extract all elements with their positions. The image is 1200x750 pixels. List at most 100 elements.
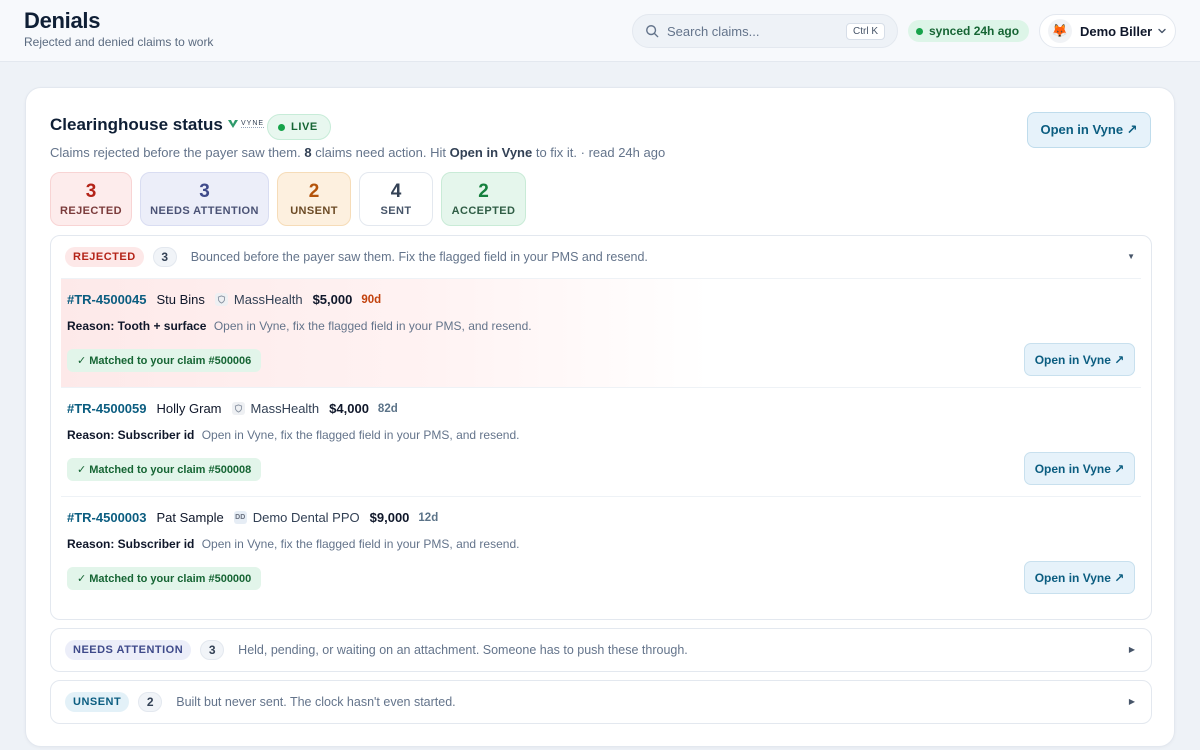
stat-rejected[interactable]: 3 REJECTED <box>50 172 132 226</box>
open-in-vyne-button[interactable]: Open in Vyne ↗ <box>1027 112 1151 148</box>
chevron-down-icon <box>1158 28 1166 34</box>
claim-age: 82d <box>377 402 398 415</box>
claim-age: 12d <box>418 511 439 524</box>
claim-row: #TR-4500003 Pat Sample DD Demo Dental PP… <box>61 496 1141 605</box>
matched-claim-badge: ✓ Matched to your claim #500008 <box>67 458 262 481</box>
payer-name: MassHealth <box>250 401 320 416</box>
shield-icon <box>214 293 228 306</box>
caret-down-icon[interactable]: ▼ <box>1127 252 1135 261</box>
stat-value: 2 <box>478 181 489 202</box>
claim-summary: #TR-4500059 Holly Gram MassHealth $4,000… <box>67 401 398 416</box>
stat-value: 3 <box>199 181 210 202</box>
group-count: 3 <box>152 247 177 267</box>
clearinghouse-title: Clearinghouse status <box>50 115 223 134</box>
claim-id-link[interactable]: #TR-4500059 <box>67 401 147 416</box>
claim-age: 90d <box>361 293 382 306</box>
matched-claim-badge: ✓ Matched to your claim #500006 <box>67 349 262 372</box>
rejected-group: REJECTED 3 Bounced before the payer saw … <box>50 235 1152 620</box>
vyne-logo: VYNE <box>227 119 265 129</box>
group-description: Held, pending, or waiting on an attachme… <box>238 643 688 657</box>
patient-name: Stu Bins <box>156 292 205 307</box>
claim-row: #TR-4500059 Holly Gram MassHealth $4,000… <box>61 387 1141 496</box>
stat-label: NEEDS ATTENTION <box>150 205 259 217</box>
caret-right-icon[interactable]: ▶ <box>1129 697 1135 706</box>
live-label: LIVE <box>291 121 318 133</box>
matched-claim-badge: ✓ Matched to your claim #500000 <box>67 567 262 590</box>
reason-text: Open in Vyne, fix the flagged field in y… <box>201 428 520 442</box>
patient-name: Holly Gram <box>156 401 222 416</box>
open-in-vyne-button[interactable]: Open in Vyne ↗ <box>1024 343 1135 376</box>
stat-value: 2 <box>308 181 320 202</box>
stat-value: 4 <box>390 181 402 202</box>
rejected-group-header[interactable]: REJECTED 3 Bounced before the payer saw … <box>51 236 1151 278</box>
sync-dot-icon <box>916 27 923 35</box>
reason-text: Open in Vyne, fix the flagged field in y… <box>201 537 520 551</box>
stat-sent[interactable]: 4 SENT <box>359 172 433 226</box>
subtitle-text-2: claims need action. Hit <box>315 145 446 160</box>
subtitle-text-1: Claims rejected before the payer saw the… <box>50 145 301 160</box>
avatar: 🦊 <box>1048 19 1072 43</box>
caret-right-icon[interactable]: ▶ <box>1129 645 1135 654</box>
vyne-leaf-icon <box>228 120 238 128</box>
open-in-vyne-button[interactable]: Open in Vyne ↗ <box>1024 452 1135 485</box>
subtitle-text-3: to fix it. · read 24h ago <box>535 145 666 160</box>
page-subtitle: Rejected and denied claims to work <box>24 35 214 49</box>
vyne-logo-text: VYNE <box>241 120 265 128</box>
claim-amount: $9,000 <box>369 510 410 525</box>
reason-text: Open in Vyne, fix the flagged field in y… <box>213 319 532 333</box>
claim-id-link[interactable]: #TR-4500003 <box>67 510 147 525</box>
stat-label: UNSENT <box>290 205 338 217</box>
stat-label: SENT <box>380 205 412 217</box>
search-icon <box>646 25 659 38</box>
group-tag: UNSENT <box>65 692 130 712</box>
payer-name: MassHealth <box>233 292 303 307</box>
claim-amount: $4,000 <box>329 401 369 416</box>
stat-value: 3 <box>85 181 97 202</box>
subtitle-count: 8 <box>304 145 312 160</box>
claim-summary: #TR-4500003 Pat Sample DD Demo Dental PP… <box>67 510 438 525</box>
needs-attention-group-header[interactable]: NEEDS ATTENTION 3 Held, pending, or wait… <box>51 629 1151 671</box>
user-menu-button[interactable]: 🦊 Demo Biller <box>1039 14 1176 48</box>
shield-icon <box>231 402 245 415</box>
stat-label: REJECTED <box>60 205 122 217</box>
status-stats: 3 REJECTED 3 NEEDS ATTENTION 2 UNSENT 4 … <box>50 172 526 226</box>
page-title: Denials <box>24 8 101 33</box>
group-count: 3 <box>200 640 225 660</box>
live-dot-icon <box>278 123 285 131</box>
top-bar: Denials Rejected and denied claims to wo… <box>0 0 1200 62</box>
needs-attention-group: NEEDS ATTENTION 3 Held, pending, or wait… <box>50 628 1152 672</box>
group-tag: REJECTED <box>65 247 144 267</box>
group-count: 2 <box>138 692 163 712</box>
group-description: Built but never sent. The clock hasn't e… <box>176 695 456 709</box>
claim-reason: Reason: Subscriber id Open in Vyne, fix … <box>67 428 519 442</box>
search-input[interactable]: Search claims... Ctrl K <box>632 14 898 48</box>
live-badge: LIVE <box>267 114 331 140</box>
claim-id-link[interactable]: #TR-4500045 <box>67 292 147 307</box>
subtitle-action: Open in Vyne <box>449 145 533 160</box>
sync-status-text: synced 24h ago <box>929 24 1020 38</box>
group-tag: NEEDS ATTENTION <box>65 640 192 660</box>
stat-label: ACCEPTED <box>451 205 516 217</box>
stat-needs-attention[interactable]: 3 NEEDS ATTENTION <box>140 172 269 226</box>
stat-accepted[interactable]: 2 ACCEPTED <box>441 172 526 226</box>
group-description: Bounced before the payer saw them. Fix t… <box>190 250 648 264</box>
reason-label: Reason: Tooth + surface <box>67 319 207 333</box>
claim-reason: Reason: Subscriber id Open in Vyne, fix … <box>67 537 519 551</box>
open-in-vyne-button[interactable]: Open in Vyne ↗ <box>1024 561 1135 594</box>
payer-name: Demo Dental PPO <box>252 510 360 525</box>
search-shortcut-hint: Ctrl K <box>846 22 885 40</box>
clearinghouse-card: Clearinghouse status VYNE LIVE Claims re… <box>25 87 1175 747</box>
clearinghouse-subtitle: Claims rejected before the payer saw the… <box>50 145 665 160</box>
unsent-group-header[interactable]: UNSENT 2 Built but never sent. The clock… <box>51 681 1151 723</box>
stat-unsent[interactable]: 2 UNSENT <box>277 172 351 226</box>
patient-name: Pat Sample <box>156 510 224 525</box>
claim-summary: #TR-4500045 Stu Bins MassHealth $5,000 9… <box>67 292 381 307</box>
claim-row: #TR-4500045 Stu Bins MassHealth $5,000 9… <box>61 278 1141 387</box>
payer-logo-icon: DD <box>233 511 247 524</box>
reason-label: Reason: Subscriber id <box>67 428 195 442</box>
unsent-group: UNSENT 2 Built but never sent. The clock… <box>50 680 1152 724</box>
claim-amount: $5,000 <box>312 292 353 307</box>
claim-reason: Reason: Tooth + surface Open in Vyne, fi… <box>67 319 532 333</box>
reason-label: Reason: Subscriber id <box>67 537 195 551</box>
user-name: Demo Biller <box>1080 23 1153 39</box>
